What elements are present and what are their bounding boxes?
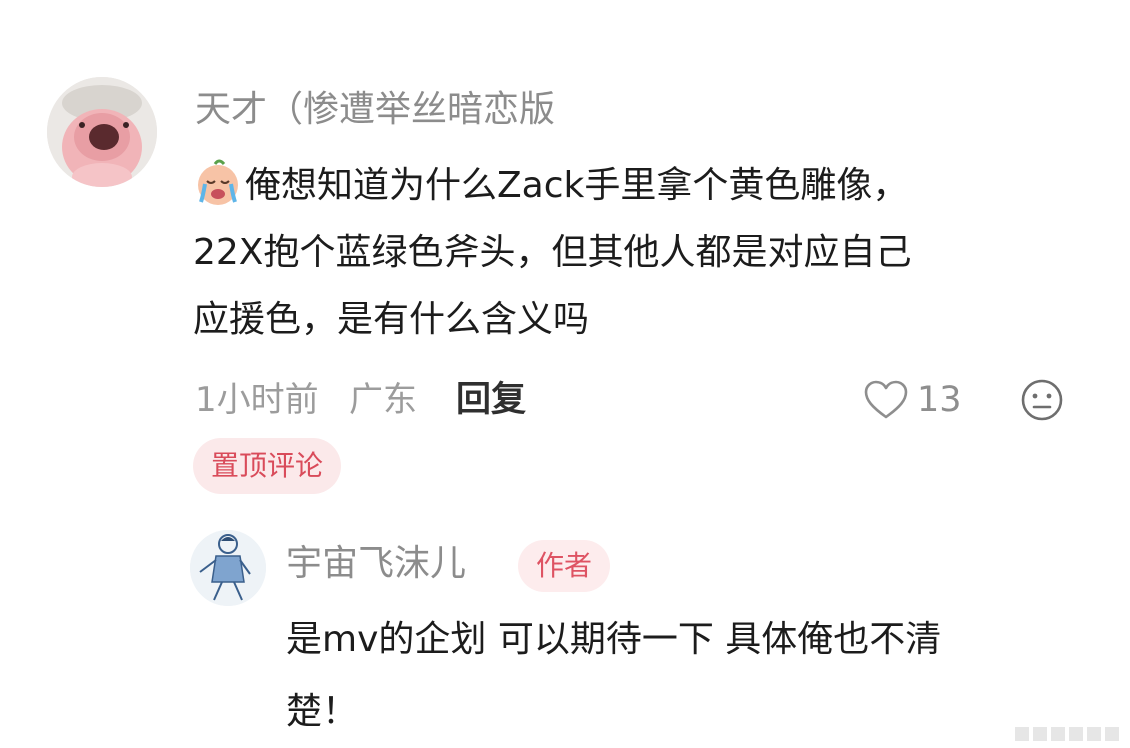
commenter-avatar[interactable] bbox=[47, 77, 157, 187]
comment-line-1: 俺想知道为什么Zack手里拿个黄色雕像， bbox=[193, 152, 1093, 219]
neutral-face-react-icon[interactable] bbox=[1020, 378, 1064, 422]
commenter-username[interactable]: 天才（惨遭举丝暗恋版 bbox=[195, 92, 555, 128]
reply-line-1: 是mv的企划 可以期待一下 具体俺也不清 bbox=[286, 619, 942, 660]
author-badge: 作者 bbox=[518, 540, 611, 592]
comment-line-2: 22X抱个蓝绿色斧头，但其他人都是对应自己 bbox=[193, 232, 912, 273]
pink-bear-avatar-icon bbox=[47, 77, 157, 187]
pinned-comment-badge: 置顶评论 bbox=[193, 438, 342, 494]
reply-author-avatar[interactable] bbox=[190, 530, 266, 606]
comment-location: 广东 bbox=[349, 380, 417, 420]
comment-line-1-text: 俺想知道为什么Zack手里拿个黄色雕像， bbox=[245, 165, 909, 206]
heart-like-icon[interactable] bbox=[864, 380, 908, 420]
reply-username[interactable]: 宇宙飞沫儿 bbox=[286, 546, 466, 582]
comment-line-3: 应援色，是有什么含义吗 bbox=[193, 299, 590, 340]
like-count: 13 bbox=[917, 380, 962, 420]
crying-emoji-icon bbox=[193, 157, 243, 207]
reply-button[interactable]: 回复 bbox=[456, 378, 526, 422]
comment-body: 俺想知道为什么Zack手里拿个黄色雕像， 22X抱个蓝绿色斧头，但其他人都是对应… bbox=[193, 152, 1093, 353]
comment-timestamp: 1小时前 bbox=[195, 380, 319, 420]
reply-line-2: 楚！ bbox=[286, 691, 359, 732]
reply-body: 是mv的企划 可以期待一下 具体俺也不清 楚！ bbox=[286, 604, 1086, 748]
watermark-logo-icon bbox=[1015, 727, 1119, 741]
sketch-figure-avatar-icon bbox=[190, 530, 266, 606]
